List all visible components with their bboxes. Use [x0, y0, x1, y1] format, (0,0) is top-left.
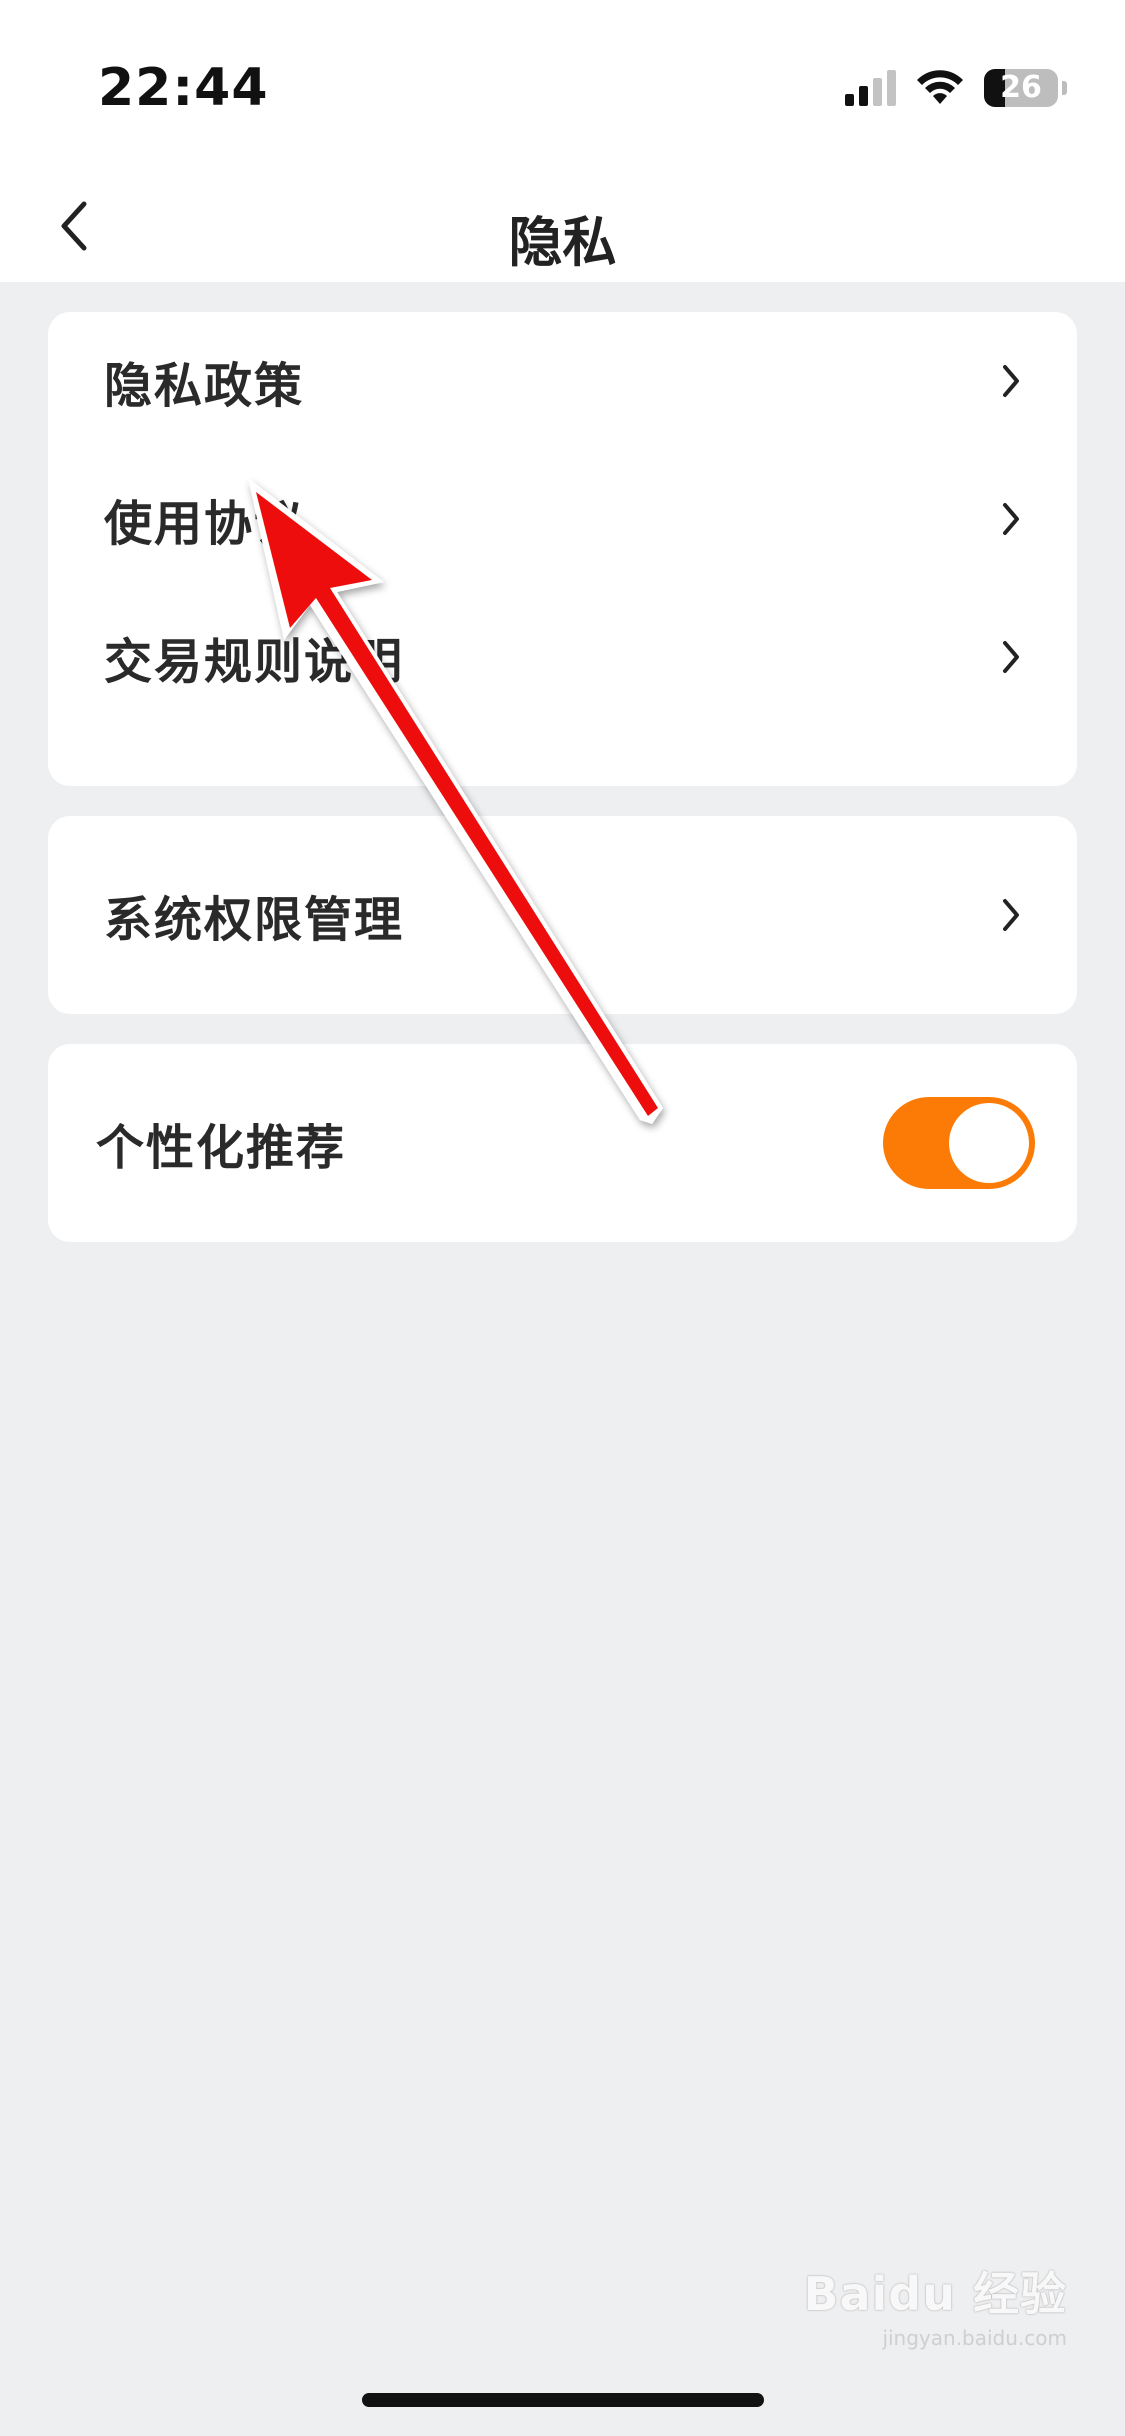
home-indicator[interactable]	[362, 2393, 764, 2407]
chevron-right-icon	[1003, 899, 1019, 931]
list-item-label: 隐私政策	[104, 358, 305, 414]
list-item-system-permissions[interactable]: 系统权限管理	[48, 846, 1077, 984]
policy-section: 隐私政策 使用协议 交易规则说明	[48, 312, 1077, 786]
chevron-right-icon	[1003, 503, 1019, 535]
list-item-label: 个性化推荐	[96, 1120, 347, 1176]
toggle-knob	[949, 1103, 1029, 1183]
battery-level: 26	[1000, 70, 1042, 105]
navigation-bar: 隐私	[0, 170, 1125, 282]
list-item-label: 使用协议	[104, 496, 305, 552]
battery-tip	[1062, 81, 1067, 95]
list-item-trading-rules[interactable]: 交易规则说明	[48, 588, 1077, 726]
watermark: Baidu 经验 jingyan.baidu.com	[803, 2258, 1067, 2350]
status-icons: 26	[845, 66, 1067, 110]
chevron-right-icon	[1003, 641, 1019, 673]
wifi-icon	[917, 70, 963, 104]
list-item-user-agreement[interactable]: 使用协议	[48, 450, 1077, 588]
list-item-label: 交易规则说明	[104, 634, 405, 690]
watermark-logo: Baidu 经验	[803, 2267, 1067, 2321]
list-item-label: 系统权限管理	[104, 892, 405, 948]
cellular-signal-icon	[845, 70, 896, 106]
watermark-url: jingyan.baidu.com	[882, 2326, 1067, 2350]
list-item-privacy-policy[interactable]: 隐私政策	[48, 312, 1077, 450]
page-title: 隐私	[508, 211, 617, 274]
status-bar: 22:44 26	[0, 0, 1125, 170]
permissions-section: 系统权限管理	[48, 816, 1077, 1014]
chevron-right-icon	[1003, 365, 1019, 397]
recommendation-section: 个性化推荐	[48, 1044, 1077, 1242]
personalized-recommendation-toggle[interactable]	[883, 1097, 1035, 1189]
battery-icon: 26	[984, 69, 1058, 107]
status-time: 22:44	[98, 58, 269, 118]
